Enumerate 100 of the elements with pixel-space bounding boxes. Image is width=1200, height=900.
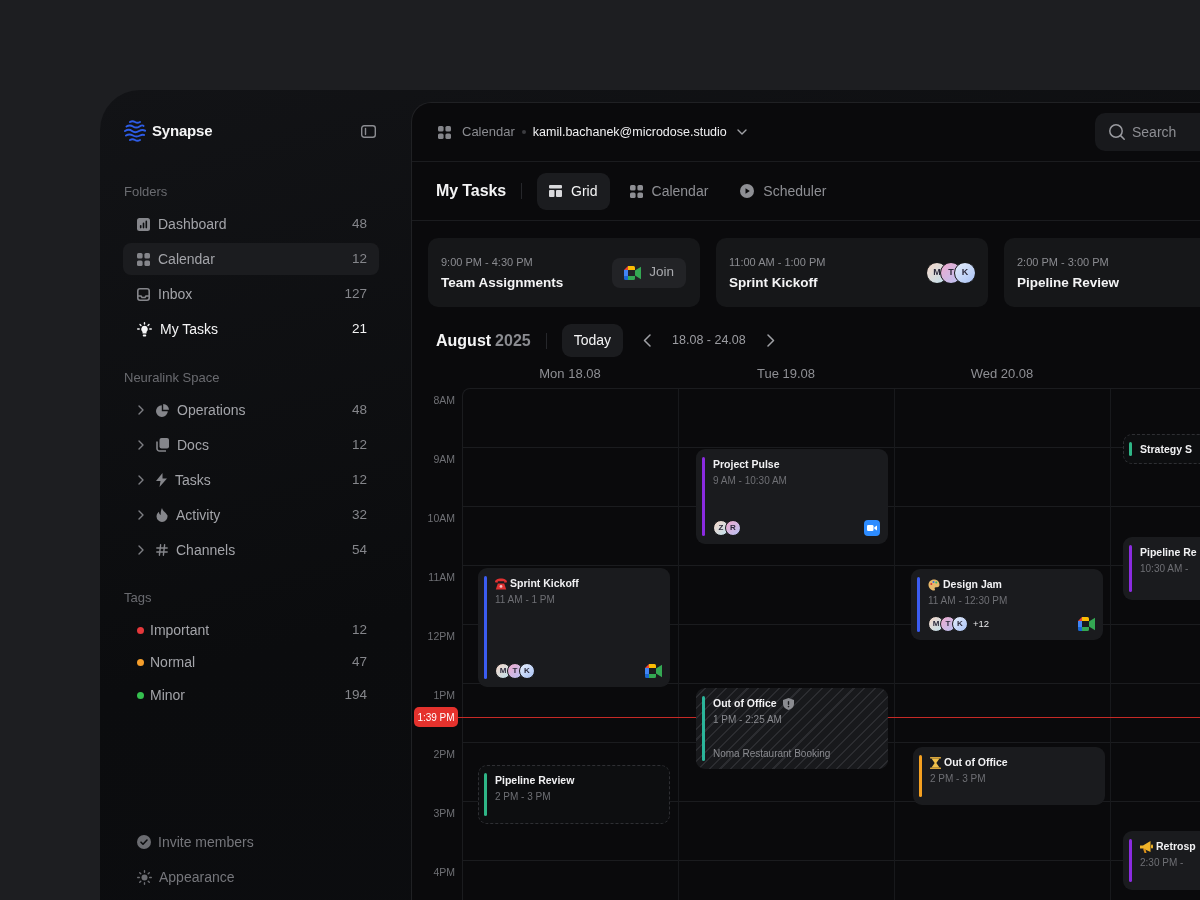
avatar: M xyxy=(928,616,944,632)
sidebar-item[interactable]: Calendar 12 xyxy=(123,243,379,275)
event-card[interactable]: Pipeline Review 2 PM - 3 PM xyxy=(478,765,670,824)
avatar: Z xyxy=(713,520,729,536)
avatar: K xyxy=(954,261,976,284)
more-attendees-count: +12 xyxy=(973,616,990,631)
avatar: K xyxy=(952,616,968,632)
tag-item[interactable]: Normal 47 xyxy=(123,647,379,678)
sun-icon xyxy=(137,869,152,885)
section-heading: Folders xyxy=(124,183,168,201)
item-count: 12 xyxy=(351,470,367,489)
day-header: Mon 18.08 xyxy=(539,365,601,381)
event-title: Strategy S xyxy=(1140,442,1192,457)
sidebar-item[interactable]: My Tasks 21 xyxy=(123,313,379,345)
sidebar-item[interactable]: Tasks 12 xyxy=(123,464,379,496)
event-time: 9:00 PM - 4:30 PM xyxy=(441,254,534,269)
event-card[interactable]: 2:00 PM - 3:00 PM Pipeline Review xyxy=(1004,238,1200,307)
grid-icon xyxy=(137,252,150,266)
telephone-icon xyxy=(495,577,507,590)
chevron-right-icon[interactable] xyxy=(138,405,144,415)
event-time: 2 PM - 3 PM xyxy=(495,790,551,804)
date-range: 18.08 - 24.08 xyxy=(672,332,746,350)
video-camera-icon[interactable] xyxy=(1078,617,1095,631)
item-count: 194 xyxy=(344,685,367,704)
video-camera-icon[interactable] xyxy=(864,520,880,536)
documents-icon xyxy=(156,438,169,452)
chevron-right-icon[interactable] xyxy=(138,440,144,450)
sidebar-item[interactable]: Channels 54 xyxy=(123,534,379,566)
hour-label: 4PM xyxy=(433,866,455,878)
sidebar-item[interactable]: Docs 12 xyxy=(123,429,379,461)
chevron-left-icon[interactable] xyxy=(643,334,652,347)
inbox-icon xyxy=(137,287,150,301)
event-title: Team Assignments xyxy=(441,273,564,291)
sidebar-toggle-icon[interactable] xyxy=(361,124,376,138)
event-card[interactable]: Pipeline Re 10:30 AM - xyxy=(1123,537,1200,600)
avatar: T xyxy=(940,616,956,632)
view-tab[interactable]: Calendar xyxy=(617,172,721,210)
shield-icon xyxy=(782,697,794,710)
event-title: Sprint Kickoff xyxy=(510,576,579,591)
search-field[interactable]: Search xyxy=(1095,113,1200,151)
chevron-right-icon[interactable] xyxy=(766,334,775,347)
avatar: T xyxy=(507,663,523,679)
sidebar-item[interactable]: Operations 48 xyxy=(123,394,379,426)
sidebar-link[interactable]: Appearance xyxy=(123,861,379,893)
event-title: Out of Office xyxy=(944,755,1008,770)
megaphone-icon xyxy=(1140,840,1153,853)
event-time: 2:30 PM - xyxy=(1140,856,1184,870)
event-card[interactable]: Out of Office 1 PM - 2:25 AM Noma Restaurant Booking xyxy=(696,688,888,769)
video-camera-icon[interactable] xyxy=(645,664,662,678)
event-title: Project Pulse xyxy=(713,457,780,472)
page-title: My Tasks xyxy=(436,181,507,201)
sidebar-item[interactable]: Dashboard 48 xyxy=(123,208,379,240)
month-title: August xyxy=(436,330,492,351)
item-count: 54 xyxy=(351,540,367,559)
check-circle-icon xyxy=(137,835,151,849)
grid-icon xyxy=(438,125,451,139)
event-title: Out of Office xyxy=(713,696,777,711)
hour-label: 2PM xyxy=(433,748,455,760)
view-tab[interactable]: Scheduler xyxy=(728,172,839,210)
sidebar-item[interactable]: Inbox 127 xyxy=(123,278,379,310)
logo-icon xyxy=(124,120,146,142)
chevron-right-icon[interactable] xyxy=(138,510,144,520)
item-count: 48 xyxy=(351,214,367,233)
view-tab[interactable]: Grid xyxy=(537,172,610,210)
chevron-right-icon[interactable] xyxy=(138,475,144,485)
item-count: 12 xyxy=(351,435,367,454)
hourglass-icon xyxy=(930,756,941,769)
event-card[interactable]: Retrosp 2:30 PM - xyxy=(1123,831,1200,890)
event-time: 2 PM - 3 PM xyxy=(930,772,986,786)
event-card[interactable]: Design Jam 11 AM - 12:30 PM M T K +12 xyxy=(911,569,1103,640)
event-card[interactable]: 9:00 PM - 4:30 PM Team Assignments Join xyxy=(428,238,700,307)
item-count: 48 xyxy=(351,400,367,419)
today-button[interactable]: Today xyxy=(561,324,624,357)
event-card[interactable]: Project Pulse 9 AM - 10:30 AM Z R xyxy=(696,449,888,544)
event-card[interactable]: Strategy S xyxy=(1123,434,1200,464)
event-time: 11 AM - 12:30 PM xyxy=(928,594,1008,608)
breadcrumb-link[interactable]: Calendar xyxy=(462,122,515,142)
tag-item[interactable]: Minor 194 xyxy=(123,680,379,710)
event-card[interactable]: Out of Office 2 PM - 3 PM xyxy=(913,747,1105,805)
chevron-right-icon[interactable] xyxy=(138,545,144,555)
sidebar-item[interactable]: Activity 32 xyxy=(123,499,379,531)
hash-icon xyxy=(156,544,168,556)
lightbulb-icon xyxy=(137,321,152,337)
item-count: 12 xyxy=(351,249,367,268)
event-card[interactable]: Sprint Kickoff 11 AM - 1 PM M T K xyxy=(478,568,670,687)
hour-label: 8AM xyxy=(433,394,455,406)
avatar: K xyxy=(519,663,535,679)
event-time: 1 PM - 2:25 AM xyxy=(713,713,782,727)
event-title: Design Jam xyxy=(943,577,1002,592)
event-card[interactable]: 11:00 AM - 1:00 PM Sprint Kickoff M T K xyxy=(716,238,988,307)
account-dropdown[interactable]: kamil.bachanek@microdose.studio xyxy=(532,122,747,142)
search-icon xyxy=(1109,124,1125,140)
event-title: Pipeline Review xyxy=(495,773,575,788)
event-time: 10:30 AM - xyxy=(1140,562,1189,576)
item-count: 12 xyxy=(351,620,367,639)
sidebar-link[interactable]: Invite members xyxy=(123,826,379,858)
tag-item[interactable]: Important 12 xyxy=(123,615,379,645)
pie-chart-icon xyxy=(156,403,169,417)
join-button[interactable]: Join xyxy=(612,257,686,288)
item-count: 32 xyxy=(351,505,367,524)
